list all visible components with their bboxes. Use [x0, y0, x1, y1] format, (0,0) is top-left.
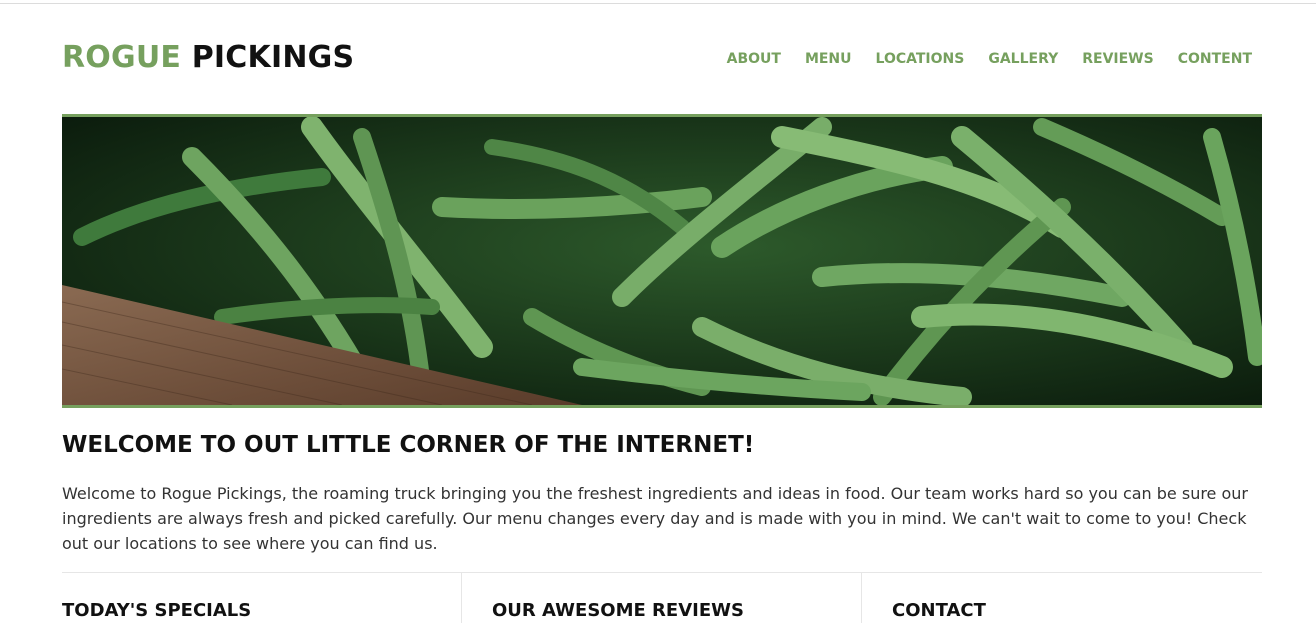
- reviews-heading: OUR AWESOME REVIEWS: [492, 600, 744, 621]
- nav-link-menu[interactable]: MENU: [805, 51, 852, 67]
- site-logo[interactable]: ROGUE PICKINGS: [62, 40, 354, 75]
- nav-link-content[interactable]: CONTENT: [1178, 51, 1252, 67]
- hero-image: [62, 114, 1262, 408]
- section-divider: [62, 572, 1262, 573]
- logo-word-rogue: ROGUE: [62, 40, 182, 75]
- main-nav: ABOUT MENU LOCATIONS GALLERY REVIEWS CON…: [727, 51, 1252, 67]
- welcome-paragraph: Welcome to Rogue Pickings, the roaming t…: [62, 484, 1248, 553]
- site-header: ROGUE PICKINGS ABOUT MENU LOCATIONS GALL…: [62, 40, 1262, 84]
- column-divider-1: [461, 573, 462, 623]
- specials-heading: TODAY'S SPECIALS: [62, 600, 252, 621]
- nav-link-reviews[interactable]: REVIEWS: [1082, 51, 1153, 67]
- column-divider-2: [861, 573, 862, 623]
- nav-link-gallery[interactable]: GALLERY: [988, 51, 1058, 67]
- logo-word-pickings: PICKINGS: [191, 40, 355, 75]
- welcome-heading: WELCOME TO OUT LITTLE CORNER OF THE INTE…: [62, 432, 755, 458]
- contact-heading: CONTACT: [892, 600, 986, 621]
- green-beans-photo: [62, 117, 1262, 405]
- nav-link-about[interactable]: ABOUT: [727, 51, 781, 67]
- top-divider: [0, 3, 1316, 4]
- nav-link-locations[interactable]: LOCATIONS: [876, 51, 965, 67]
